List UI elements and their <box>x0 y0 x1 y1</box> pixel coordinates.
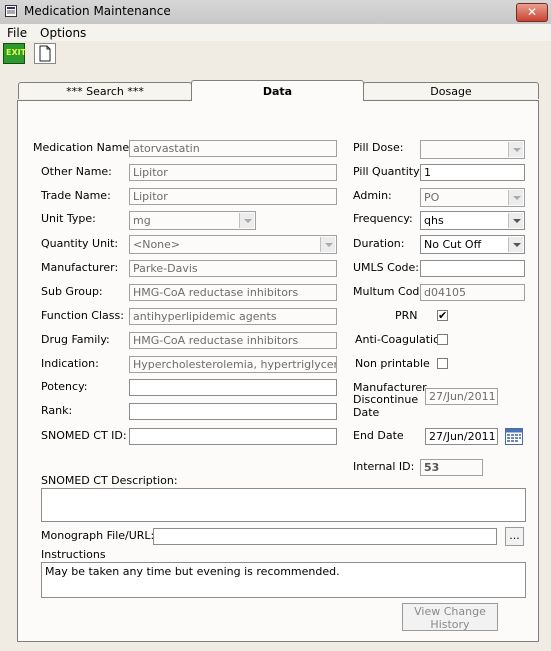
monograph-field[interactable] <box>153 528 497 545</box>
umls-code-label: UMLS Code: <box>353 261 420 274</box>
snomed-description-label: SNOMED CT Description: <box>41 474 178 487</box>
menu-options[interactable]: Options <box>40 26 86 40</box>
trade-name-field[interactable]: Lipitor <box>129 188 337 205</box>
pill-dose-label: Pill Dose: <box>353 141 404 154</box>
snomed-id-field[interactable] <box>129 428 337 445</box>
tab-dosage[interactable]: Dosage <box>363 82 539 99</box>
instructions-field[interactable]: May be taken any time but evening is rec… <box>41 562 526 598</box>
trade-name-label: Trade Name: <box>41 189 111 202</box>
admin-value: PO <box>424 191 440 204</box>
end-date-label: End Date <box>353 429 404 442</box>
mfr-discontinue-label-2: Discontinue <box>353 393 419 406</box>
quantity-unit-chevron-down-icon[interactable] <box>320 237 335 252</box>
umls-code-field[interactable] <box>420 260 525 277</box>
function-class-field[interactable]: antihyperlipidemic agents <box>129 308 337 325</box>
prn-label: PRN <box>395 309 418 322</box>
snomed-id-label: SNOMED CT ID: <box>41 429 127 442</box>
potency-label: Potency: <box>41 380 88 393</box>
mfr-discontinue-date-field[interactable]: 27/Jun/2011 <box>425 388 498 405</box>
rank-field[interactable] <box>129 403 337 420</box>
frequency-select[interactable]: qhs <box>420 211 525 230</box>
pill-quantity-field[interactable]: 1 <box>420 164 525 181</box>
pill-quantity-label: Pill Quantity: <box>353 165 423 178</box>
snomed-description-field[interactable] <box>41 488 526 522</box>
quantity-unit-label: Quantity Unit: <box>41 237 119 250</box>
indication-field[interactable]: Hypercholesterolemia, hypertriglyceridem… <box>129 356 337 373</box>
prn-checkbox[interactable]: ✔ <box>437 310 448 321</box>
unit-type-label: Unit Type: <box>41 212 96 225</box>
non-printable-label: Non printable <box>355 357 430 370</box>
frequency-value: qhs <box>424 214 444 227</box>
drug-family-field[interactable]: HMG-CoA reductase inhibitors <box>129 332 337 349</box>
frequency-label: Frequency: <box>353 212 413 225</box>
admin-label: Admin: <box>353 189 392 202</box>
multum-code-label: Multum Code: <box>353 285 430 298</box>
exit-button[interactable]: EXIT <box>3 43 27 64</box>
mfr-discontinue-label-3: Date <box>353 406 380 419</box>
new-document-icon <box>39 45 51 62</box>
toolbar <box>0 41 551 67</box>
function-class-label: Function Class: <box>41 309 124 322</box>
pill-dose-chevron-down-icon[interactable] <box>508 142 523 157</box>
other-name-label: Other Name: <box>41 165 112 178</box>
sub-group-label: Sub Group: <box>41 285 103 298</box>
calendar-icon[interactable] <box>505 428 523 445</box>
duration-label: Duration: <box>353 237 405 250</box>
duration-value: No Cut Off <box>424 238 482 251</box>
non-printable-checkbox[interactable] <box>437 358 448 369</box>
window-title: Medication Maintenance <box>24 4 171 18</box>
view-change-history-line2: History <box>430 618 470 631</box>
duration-select[interactable]: No Cut Off <box>420 235 525 254</box>
unit-type-value: mg <box>133 214 151 227</box>
manufacturer-field[interactable]: Parke-Davis <box>129 260 337 277</box>
internal-id-field[interactable]: 53 <box>420 459 483 476</box>
anticoagulation-checkbox[interactable] <box>437 334 448 345</box>
view-change-history-button[interactable]: View Change History <box>402 603 498 631</box>
indication-label: Indication: <box>41 357 99 370</box>
admin-select[interactable]: PO <box>420 188 525 207</box>
unit-type-chevron-down-icon[interactable] <box>239 213 254 228</box>
manufacturer-label: Manufacturer: <box>41 261 119 274</box>
rank-label: Rank: <box>41 404 73 417</box>
browse-button[interactable]: ... <box>505 527 524 546</box>
instructions-label: Instructions <box>41 548 106 561</box>
frequency-chevron-down-icon[interactable] <box>508 213 523 228</box>
duration-chevron-down-icon[interactable] <box>508 237 523 252</box>
internal-id-label: Internal ID: <box>353 460 415 473</box>
medication-name-field[interactable]: atorvastatin <box>129 140 337 157</box>
drug-family-label: Drug Family: <box>41 333 110 346</box>
monograph-label: Monograph File/URL: <box>41 529 155 542</box>
medication-name-label: Medication Name: <box>33 141 133 154</box>
close-button[interactable]: ✕ <box>516 3 548 22</box>
potency-field[interactable] <box>129 379 337 396</box>
exit-label: EXIT <box>6 48 27 57</box>
other-name-field[interactable]: Lipitor <box>129 164 337 181</box>
view-change-history-line1: View Change <box>414 605 486 618</box>
menu-file[interactable]: File <box>7 26 27 40</box>
tab-data[interactable]: Data <box>191 80 364 101</box>
sub-group-field[interactable]: HMG-CoA reductase inhibitors <box>129 284 337 301</box>
end-date-field[interactable]: 27/Jun/2011 <box>425 428 498 445</box>
anticoagulation-label: Anti-Coagulation <box>355 333 447 346</box>
multum-code-field[interactable]: d04105 <box>420 284 525 301</box>
quantity-unit-value: <None> <box>133 238 181 251</box>
app-icon <box>5 5 17 17</box>
pill-dose-select[interactable] <box>420 140 525 159</box>
admin-chevron-down-icon[interactable] <box>508 190 523 205</box>
unit-type-select[interactable]: mg <box>129 211 256 230</box>
tab-search[interactable]: *** Search *** <box>18 82 192 99</box>
new-document-button[interactable] <box>34 43 56 64</box>
quantity-unit-select[interactable]: <None> <box>129 235 337 254</box>
